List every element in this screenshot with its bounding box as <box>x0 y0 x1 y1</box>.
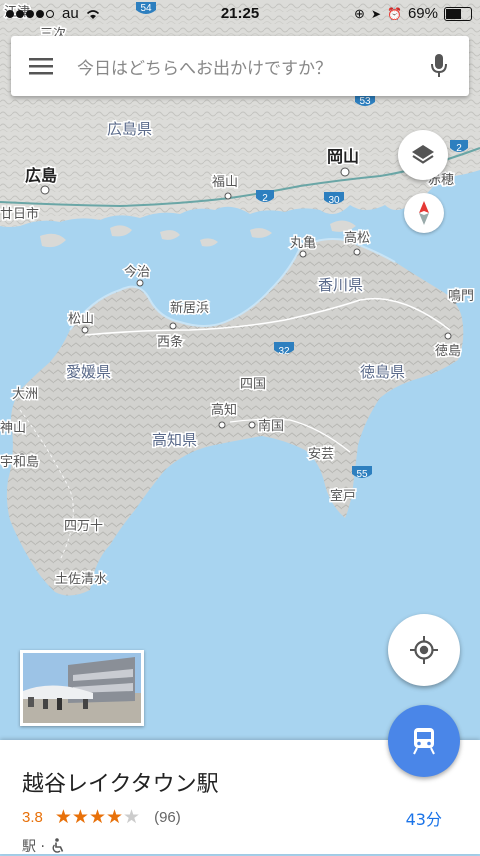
review-count[interactable]: (96) <box>154 809 181 826</box>
rating-row: 3.8 ★★★★★ (96) <box>22 806 181 828</box>
layers-button[interactable] <box>398 130 448 180</box>
label-fukuyama: 福山 <box>212 175 238 190</box>
star-icon: ★ <box>54 806 72 828</box>
search-bar[interactable]: 今日はどちらへお出かけですか？ <box>11 36 469 96</box>
label-uwajima: 宇和島 <box>0 455 39 470</box>
status-right: ⊕ ➤ ⏰ 69% <box>354 5 472 22</box>
label-shimanto: 四万十 <box>64 519 103 534</box>
compass-button[interactable] <box>404 193 444 233</box>
place-category: 駅 · <box>22 839 45 855</box>
label-kochi: 高知 <box>211 402 237 418</box>
street-view-thumbnail[interactable] <box>20 650 144 726</box>
svg-text:30: 30 <box>328 195 340 206</box>
label-hatsukaichi: 廿日市 <box>0 206 39 222</box>
svg-text:32: 32 <box>278 346 290 357</box>
train-icon <box>413 728 435 755</box>
svg-text:2: 2 <box>456 143 462 154</box>
star-rating: ★★★★★ <box>55 806 140 828</box>
lock-rotation-icon: ⊕ <box>354 5 365 21</box>
label-niihama: 新居浜 <box>170 300 209 316</box>
station-photo <box>23 653 141 723</box>
microphone-icon <box>431 54 447 77</box>
honshu-landmass <box>0 0 480 227</box>
label-tokushima: 徳島 <box>435 344 461 359</box>
star-icon: ★ <box>71 806 89 828</box>
label-hiroshima: 広島 <box>25 166 57 185</box>
voice-search-button[interactable] <box>409 36 469 96</box>
battery-percent: 69% <box>407 5 438 22</box>
transit-button[interactable] <box>388 705 460 777</box>
my-location-button[interactable] <box>388 614 460 686</box>
label-kagawa-ken: 香川県 <box>318 276 363 294</box>
rating-value: 3.8 <box>22 808 43 826</box>
label-saijo: 西条 <box>157 334 183 350</box>
label-kamiyama: 神山 <box>0 421 26 436</box>
label-imabari: 今治 <box>124 264 150 280</box>
compass-icon <box>419 201 429 225</box>
label-aki: 安芸 <box>308 446 334 462</box>
search-input[interactable]: 今日はどちらへお出かけですか？ <box>71 54 409 79</box>
svg-text:53: 53 <box>359 96 371 107</box>
svg-text:55: 55 <box>356 469 368 480</box>
hamburger-menu-icon <box>29 58 53 75</box>
label-okayama: 岡山 <box>327 147 359 166</box>
alarm-icon: ⏰ <box>387 6 402 21</box>
location-arrow-icon: ➤ <box>370 6 382 21</box>
place-name[interactable]: 越谷レイクタウン駅 <box>22 766 219 798</box>
label-marugame: 丸亀 <box>290 236 316 251</box>
menu-button[interactable] <box>11 36 71 96</box>
status-bar: au 21:25 ⊕ ➤ ⏰ 69% <box>0 0 480 28</box>
label-shikoku: 四国 <box>240 377 266 392</box>
label-kochi-ken: 高知県 <box>152 431 197 449</box>
label-takamatsu: 高松 <box>344 230 370 246</box>
travel-duration[interactable]: 43分 <box>406 806 442 830</box>
label-naruto: 鳴門 <box>448 289 474 304</box>
label-matsuyama: 松山 <box>68 312 94 327</box>
label-ehime-ken: 愛媛県 <box>66 363 111 381</box>
wheelchair-icon <box>52 838 64 853</box>
layers-icon <box>412 145 434 164</box>
star-icon: ★ <box>123 806 141 828</box>
label-ozu: 大洲 <box>12 387 38 402</box>
label-tosashimizu: 土佐清水 <box>55 572 107 587</box>
my-location-icon <box>410 636 438 664</box>
label-muroto: 室戸 <box>330 488 356 504</box>
category-row: 駅 · <box>22 836 65 856</box>
svg-text:2: 2 <box>262 193 268 204</box>
label-nankoku: 南国 <box>258 418 284 434</box>
battery-icon <box>444 6 472 21</box>
star-icon: ★ <box>88 806 106 828</box>
label-tokushima-ken: 徳島県 <box>360 363 405 381</box>
label-hiroshima-ken: 広島県 <box>107 120 152 138</box>
star-icon: ★ <box>106 806 124 828</box>
